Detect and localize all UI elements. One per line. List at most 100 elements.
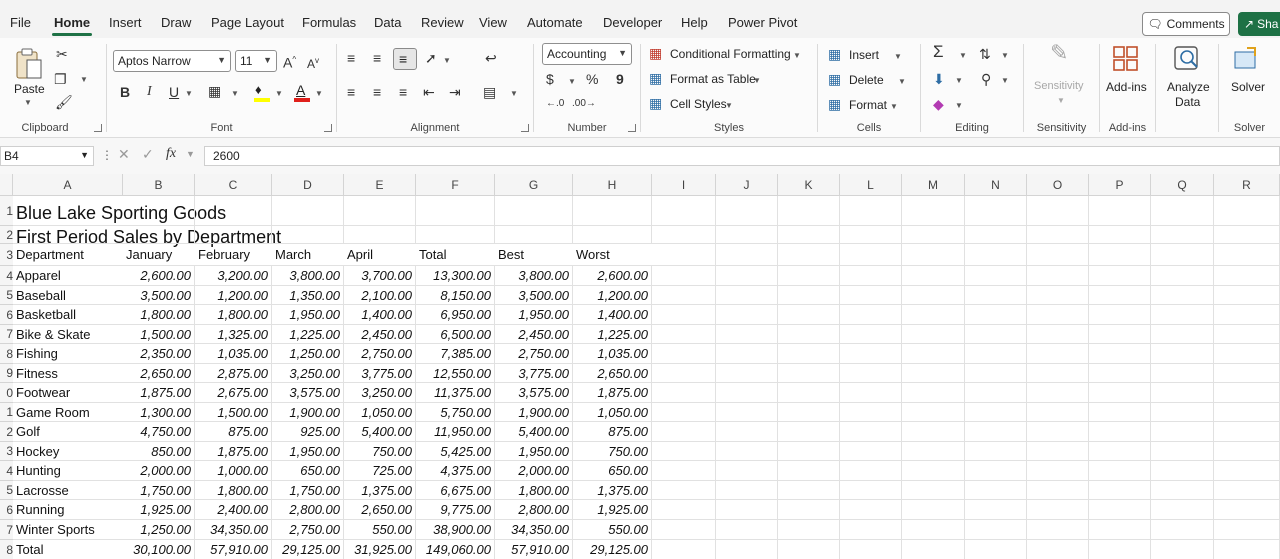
cell-q10[interactable] (1151, 383, 1214, 403)
cell-p9[interactable] (1089, 364, 1151, 383)
tab-draw[interactable]: Draw (161, 15, 191, 30)
column-header-h[interactable]: H (573, 174, 652, 196)
tab-page-layout[interactable]: Page Layout (211, 15, 284, 30)
cell-l18[interactable] (840, 540, 902, 559)
row-header[interactable]: 1 (0, 196, 13, 226)
cell-a6[interactable]: Basketball (13, 305, 123, 325)
cell-q11[interactable] (1151, 403, 1214, 422)
decrease-font-icon[interactable]: Av (307, 53, 319, 72)
cell-a4[interactable]: Apparel (13, 266, 123, 286)
cell-c4[interactable]: 3,200.00 (195, 266, 272, 286)
analyze-label[interactable]: Analyze (1167, 80, 1210, 94)
cell-p14[interactable] (1089, 461, 1151, 481)
cell-r6[interactable] (1214, 305, 1280, 325)
cell-h13[interactable]: 750.00 (573, 442, 652, 461)
underline-dropdown-icon[interactable]: ▼ (185, 89, 193, 98)
cell-a8[interactable]: Fishing (13, 344, 123, 364)
cell-l3[interactable] (840, 244, 902, 266)
cell-d14[interactable]: 650.00 (272, 461, 344, 481)
cell-i9[interactable] (652, 364, 716, 383)
cell-f14[interactable]: 4,375.00 (416, 461, 495, 481)
cell-r9[interactable] (1214, 364, 1280, 383)
paste-dropdown-icon[interactable]: ▼ (24, 98, 32, 107)
merge-center-icon[interactable]: ▤ (483, 84, 496, 100)
chevron-down-icon[interactable]: ▼ (890, 102, 898, 111)
column-header-j[interactable]: J (716, 174, 778, 196)
cell-l4[interactable] (840, 266, 902, 286)
share-button[interactable]: ↗ Sha (1238, 12, 1280, 36)
cell-o2[interactable] (1027, 226, 1089, 244)
cell-q13[interactable] (1151, 442, 1214, 461)
cell-i5[interactable] (652, 286, 716, 305)
cell-c7[interactable]: 1,325.00 (195, 325, 272, 344)
copy-icon[interactable]: ❐ (54, 71, 67, 87)
cell-l14[interactable] (840, 461, 902, 481)
cell-r15[interactable] (1214, 481, 1280, 500)
cell-p1[interactable] (1089, 196, 1151, 226)
cell-k6[interactable] (778, 305, 840, 325)
cell-j16[interactable] (716, 500, 778, 520)
cell-l16[interactable] (840, 500, 902, 520)
cell-g18[interactable]: 57,910.00 (495, 540, 573, 559)
cell-e6[interactable]: 1,400.00 (344, 305, 416, 325)
cell-k12[interactable] (778, 422, 840, 442)
cell-c15[interactable]: 1,800.00 (195, 481, 272, 500)
cell-k2[interactable] (778, 226, 840, 244)
cell-r18[interactable] (1214, 540, 1280, 559)
cell-h7[interactable]: 1,225.00 (573, 325, 652, 344)
cell-i6[interactable] (652, 305, 716, 325)
cell-n18[interactable] (965, 540, 1027, 559)
cell-a12[interactable]: Golf (13, 422, 123, 442)
cell-e3[interactable]: April (344, 244, 416, 266)
cell-r2[interactable] (1214, 226, 1280, 244)
cell-g17[interactable]: 34,350.00 (495, 520, 573, 540)
sensitivity-button-label[interactable]: Sensitivity (1034, 80, 1084, 92)
cell-p18[interactable] (1089, 540, 1151, 559)
cell-e16[interactable]: 2,650.00 (344, 500, 416, 520)
number-launcher-icon[interactable] (628, 124, 636, 132)
cell-d10[interactable]: 3,575.00 (272, 383, 344, 403)
cell-h18[interactable]: 29,125.00 (573, 540, 652, 559)
cell-f11[interactable]: 5,750.00 (416, 403, 495, 422)
comma-style-button[interactable]: 9 (616, 71, 624, 87)
tab-help[interactable]: Help (681, 15, 708, 30)
cell-j3[interactable] (716, 244, 778, 266)
cell-p7[interactable] (1089, 325, 1151, 344)
comments-button[interactable]: 🗨 Comments (1142, 12, 1230, 36)
cell-h12[interactable]: 875.00 (573, 422, 652, 442)
cell-a14[interactable]: Hunting (13, 461, 123, 481)
cell-q1[interactable] (1151, 196, 1214, 226)
cell-i8[interactable] (652, 344, 716, 364)
cell-h14[interactable]: 650.00 (573, 461, 652, 481)
cell-e17[interactable]: 550.00 (344, 520, 416, 540)
cut-icon[interactable]: ✂ (56, 46, 68, 62)
cell-r7[interactable] (1214, 325, 1280, 344)
cell-b5[interactable]: 3,500.00 (123, 286, 195, 305)
column-header-a[interactable]: A (13, 174, 123, 196)
addins-button-label[interactable]: Add-ins (1106, 80, 1147, 94)
cell-b3[interactable]: January (123, 244, 195, 266)
delete-cells-button[interactable]: Delete (849, 73, 884, 87)
number-format-select[interactable]: Accounting ▼ (542, 43, 632, 65)
cell-a3[interactable]: Department (13, 244, 123, 266)
cell-d18[interactable]: 29,125.00 (272, 540, 344, 559)
cell-e2[interactable] (344, 226, 416, 244)
align-bottom-button[interactable]: ≡ (393, 48, 417, 70)
cell-b13[interactable]: 850.00 (123, 442, 195, 461)
cell-l6[interactable] (840, 305, 902, 325)
cell-n15[interactable] (965, 481, 1027, 500)
cell-f18[interactable]: 149,060.00 (416, 540, 495, 559)
cell-j8[interactable] (716, 344, 778, 364)
sort-dropdown-icon[interactable]: ▼ (1001, 51, 1009, 60)
cell-n11[interactable] (965, 403, 1027, 422)
find-dropdown-icon[interactable]: ▼ (1001, 76, 1009, 85)
row-header[interactable]: 3 (0, 244, 13, 266)
cell-q3[interactable] (1151, 244, 1214, 266)
cell-o6[interactable] (1027, 305, 1089, 325)
find-select-icon[interactable]: ⚲ (981, 71, 991, 87)
currency-button[interactable]: $ (546, 71, 554, 87)
cell-b18[interactable]: 30,100.00 (123, 540, 195, 559)
cell-i14[interactable] (652, 461, 716, 481)
alignment-launcher-icon[interactable] (521, 124, 529, 132)
cell-r14[interactable] (1214, 461, 1280, 481)
